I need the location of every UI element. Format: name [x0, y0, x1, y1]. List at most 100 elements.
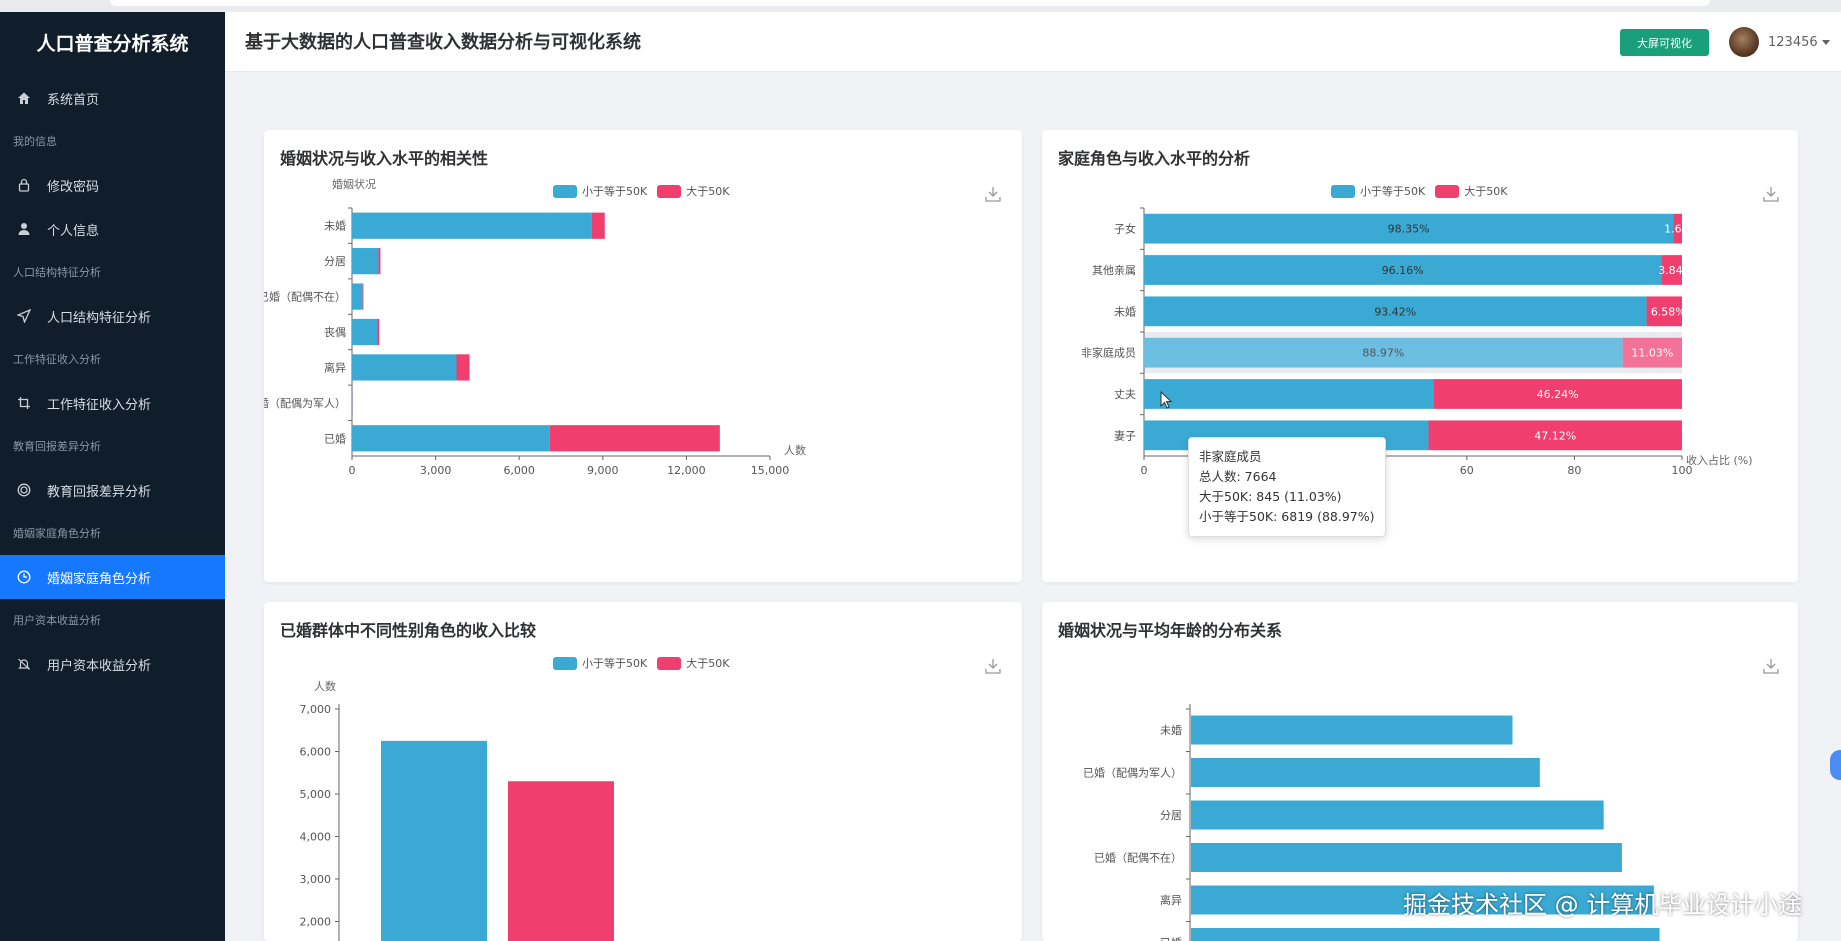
target-icon — [16, 482, 32, 498]
x-tick-label: 80 — [1567, 464, 1581, 477]
y-tick-label: 离异 — [1160, 893, 1182, 907]
bar-gt50k — [549, 425, 720, 452]
y-tick-label: 7,000 — [300, 703, 332, 716]
y-tick-label: 已婚（配偶不在） — [1094, 851, 1182, 865]
x-tick-label: 0 — [349, 464, 356, 477]
sidebar-item-label: 修改密码 — [47, 179, 100, 195]
gender-income-card: 已婚群体中不同性别角色的收入比较 小于等于50K 大于50K 人数 7,000 6,… — [264, 602, 1022, 941]
sidebar-item-label: 用户资本收益分析 — [47, 658, 152, 674]
bar-le50k — [352, 425, 550, 452]
y-tick-label: 分居 — [1160, 809, 1182, 822]
bar-data-label: 47.12% — [1534, 429, 1576, 442]
lock-icon — [16, 177, 32, 193]
y-tick-label: 3,000 — [300, 873, 332, 886]
sidebar-item[interactable]: 用户资本收益分析 — [0, 642, 225, 686]
y-tick-label: 已婚（配偶不在） — [264, 290, 346, 304]
sidebar-item-label: 系统首页 — [47, 92, 100, 108]
address-bar[interactable] — [110, 0, 1710, 6]
bar-data-label: 3.84% — [1658, 264, 1693, 277]
browser-top-strip — [0, 0, 1841, 12]
gender-income-chart: 人数 7,000 6,000 5,000 4,000 3,000 2,000 — [300, 680, 614, 941]
y-tick-label: 丧偶 — [324, 326, 346, 339]
x-tick-label: 6,000 — [503, 464, 534, 477]
y-axis-title: 婚姻状况 — [332, 177, 376, 191]
marital-income-chart: 婚姻状况未婚分居已婚（配偶不在） 丧偶离异已婚（配偶为军人） 已婚 0 3,000 6,0… — [264, 177, 806, 477]
bar-gt50k — [456, 354, 470, 381]
sidebar-item[interactable]: 工作特征收入分析 — [0, 381, 225, 425]
tooltip-line: 小于等于50K: 6819 (88.97%) — [1199, 509, 1375, 524]
bar-le50k — [352, 248, 379, 275]
x-axis-title: 人数 — [784, 444, 806, 457]
bar-gt50k — [377, 318, 380, 346]
side-float-tab[interactable] — [1830, 750, 1841, 780]
x-tick-label: 0 — [1141, 464, 1148, 477]
chevron-down-icon[interactable] — [1822, 40, 1830, 45]
sidebar-item[interactable]: 人口结构特征分析 — [0, 294, 225, 338]
sidebar-item-label: 婚姻家庭角色分析 — [47, 571, 152, 587]
app-title: 人口普查分析系统 — [36, 33, 189, 55]
bar-gt50k — [508, 781, 614, 941]
big-screen-button[interactable]: 大屏可视化 — [1620, 29, 1709, 56]
sidebar-item[interactable]: 教育回报差异分析 — [0, 468, 225, 512]
clock-icon — [16, 569, 32, 585]
tooltip-line: 大于50K: 845 (11.03%) — [1199, 489, 1342, 504]
bar-le50k — [352, 318, 378, 346]
y-tick-label: 未婚 — [1160, 723, 1182, 737]
y-tick-label: 5,000 — [300, 788, 332, 801]
sidebar-item-label: 人口结构特征分析 — [47, 310, 152, 326]
sidebar-item-label: 教育回报差异分析 — [47, 484, 152, 500]
y-tick-label: 离异 — [324, 360, 346, 374]
bar-data-label: 96.16% — [1382, 264, 1424, 277]
watermark: 掘金技术社区 @ 计算机毕业设计小途 — [1403, 891, 1803, 919]
sidebar-item[interactable]: 个人信息 — [0, 207, 225, 251]
bar-le50k — [1144, 379, 1434, 409]
y-tick-label: 分居 — [324, 255, 346, 268]
y-tick-label: 2,000 — [300, 916, 332, 929]
bar-data-label: 11.03% — [1631, 347, 1673, 360]
bar-le50k — [352, 212, 592, 239]
y-tick-label: 4,000 — [300, 831, 332, 844]
bell-off-icon — [16, 656, 32, 672]
sidebar-menu: 系统首页 我的信息 修改密码 个人信息 人口结构特征分析 人口结构特征分析 工作特征收入分析… — [0, 76, 225, 686]
y-tick-label: 已婚 — [324, 431, 346, 445]
sidebar-item-label: 个人信息 — [47, 223, 100, 239]
y-tick-label: 子女 — [1114, 222, 1136, 236]
bar-avg-age — [1191, 758, 1540, 787]
sidebar-group-label: 婚姻家庭角色分析 — [13, 527, 101, 540]
bar-avg-age — [1191, 715, 1513, 745]
x-tick-label: 3,000 — [420, 464, 452, 477]
bar-data-label: 93.42% — [1374, 305, 1416, 318]
family-role-chart: 子女 98.35% 1.65% 其他亲属 96.16% 3.84% 未婚 93.42% 6.58… — [1081, 207, 1753, 477]
avatar[interactable] — [1729, 27, 1759, 57]
y-tick-label: 非家庭成员 — [1081, 346, 1136, 360]
y-tick-label: 丈夫 — [1114, 388, 1136, 401]
y-tick-label: 未婚 — [324, 219, 346, 233]
bar-data-label: 46.24% — [1537, 388, 1579, 401]
mouse-cursor-icon — [1160, 391, 1173, 409]
bar-gt50k — [362, 283, 364, 310]
sidebar-group-label: 教育回报差异分析 — [13, 440, 101, 453]
bar-avg-age — [1191, 843, 1622, 872]
x-tick-label: 60 — [1460, 464, 1474, 477]
username[interactable]: 123456 — [1768, 12, 1818, 74]
sidebar-group-label: 人口结构特征分析 — [13, 266, 101, 279]
sidebar-item[interactable]: 修改密码 — [0, 163, 225, 207]
chart-tooltip: 非家庭成员 总人数: 7664 大于50K: 845 (11.03%) 小于等于… — [1188, 437, 1386, 537]
user-icon — [16, 221, 32, 237]
bar-data-label: 98.35% — [1388, 223, 1430, 236]
crop-icon — [16, 395, 32, 411]
home-icon — [16, 90, 32, 106]
y-tick-label: 已婚（配偶为军人） — [1083, 766, 1182, 780]
y-tick-label: 已婚 — [1160, 936, 1182, 941]
y-tick-label: 妻子 — [1114, 429, 1136, 442]
y-tick-label: 未婚 — [1114, 304, 1136, 318]
y-axis-title: 人数 — [314, 680, 336, 693]
sidebar-item[interactable]: 系统首页 — [0, 76, 225, 120]
bar-le50k — [352, 354, 457, 381]
send-icon — [16, 308, 32, 324]
sidebar-item[interactable]: 婚姻家庭角色分析 — [0, 555, 225, 599]
header: 基于大数据的人口普查收入数据分析与可视化系统 大屏可视化 123456 — [225, 12, 1841, 72]
sidebar-group-label: 我的信息 — [13, 135, 57, 148]
sidebar: 人口普查分析系统 系统首页 我的信息 修改密码 个人信息 人口结构特征分析 人口结构特征分… — [0, 12, 225, 941]
sidebar-group-label: 工作特征收入分析 — [13, 353, 101, 366]
